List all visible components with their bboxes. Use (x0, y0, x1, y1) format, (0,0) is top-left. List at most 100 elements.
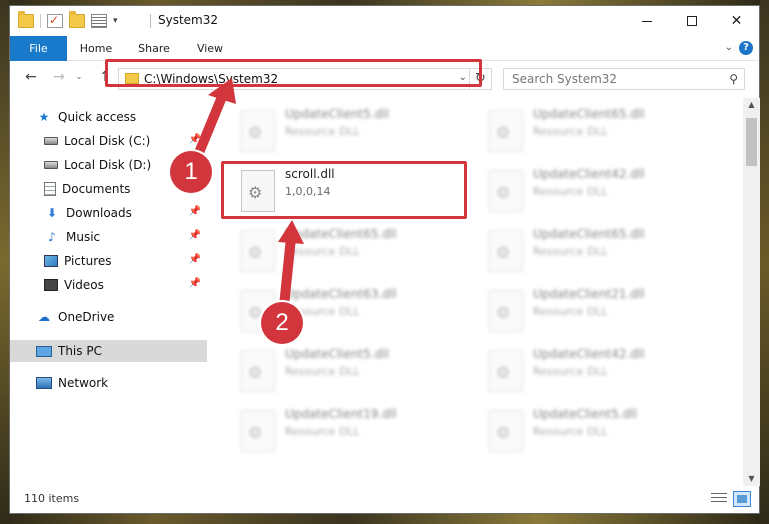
sidebar-item-label: Quick access (58, 110, 137, 124)
pin-icon[interactable]: 📌 (189, 278, 201, 289)
file-detail: Resource DLL (285, 245, 360, 258)
pin-icon[interactable]: 📌 (189, 254, 201, 265)
sidebar-item-this-pc[interactable]: This PC (10, 340, 207, 362)
file-name: UpdateClient21.dll (533, 287, 645, 301)
sidebar-item-label: Videos (64, 278, 104, 292)
gear-icon: ⚙ (496, 123, 511, 142)
sidebar-item-label: This PC (58, 344, 102, 358)
sidebar-item-onedrive[interactable]: ☁ OneDrive (10, 306, 207, 328)
scroll-up-icon[interactable]: ▲ (743, 98, 760, 112)
dll-file-icon: ⚙ (489, 170, 523, 212)
list-item[interactable]: ⚙ UpdateClient65.dll Resource DLL (233, 222, 469, 278)
file-detail: Resource DLL (533, 365, 608, 378)
tab-share[interactable]: Share (132, 36, 176, 61)
file-name: UpdateClient19.dll (285, 407, 397, 421)
close-icon: ✕ (730, 13, 743, 29)
sidebar-item-downloads[interactable]: ⬇ Downloads 📌 (10, 202, 207, 224)
folder-icon[interactable] (18, 11, 34, 28)
list-item[interactable]: ⚙ UpdateClient21.dll Resource DLL (481, 282, 717, 338)
documents-icon (44, 182, 56, 196)
scrollbar-thumb[interactable] (746, 118, 757, 166)
gear-icon: ⚙ (496, 363, 511, 382)
file-name: UpdateClient42.dll (533, 167, 645, 181)
sidebar-item-pictures[interactable]: Pictures 📌 (10, 250, 207, 272)
tab-view[interactable]: View (190, 36, 230, 61)
gear-icon: ⚙ (248, 363, 263, 382)
qat-separator (40, 14, 41, 28)
pin-icon[interactable]: 📌 (189, 230, 201, 241)
dll-file-icon: ⚙ (241, 110, 275, 152)
search-input[interactable]: Search System32 ⚲ (503, 68, 745, 90)
vertical-scrollbar[interactable]: ▲ ▼ (743, 98, 760, 486)
maximize-icon (686, 16, 697, 26)
desktop-background-bottom (0, 514, 769, 524)
details-view-icon[interactable] (711, 493, 727, 505)
dll-file-icon: ⚙ (489, 110, 523, 152)
gear-icon: ⚙ (248, 423, 263, 442)
tab-home[interactable]: Home (74, 36, 118, 61)
recent-locations-chevron-icon[interactable]: ⌄ (70, 68, 88, 86)
list-item[interactable]: ⚙ UpdateClient65.dll Resource DLL (481, 222, 717, 278)
title-bar: ▾ System32 ✕ (10, 6, 759, 36)
minimize-button[interactable] (624, 6, 669, 36)
gear-icon: ⚙ (248, 243, 263, 262)
file-detail: Resource DLL (533, 305, 608, 318)
sidebar-item-videos[interactable]: Videos 📌 (10, 274, 207, 296)
dll-file-icon: ⚙ (489, 350, 523, 392)
list-item[interactable]: ⚙ UpdateClient5.dll Resource DLL (233, 102, 469, 158)
list-item[interactable]: ⚙ UpdateClient42.dll Resource DLL (481, 162, 717, 218)
expand-ribbon-chevron-icon[interactable]: ⌄ (725, 42, 733, 53)
forward-arrow-icon[interactable]: → (50, 68, 68, 86)
list-item[interactable]: ⚙ UpdateClient42.dll Resource DLL (481, 342, 717, 398)
network-icon (36, 377, 52, 389)
gear-icon: ⚙ (248, 303, 263, 322)
pin-icon[interactable]: 📌 (189, 206, 201, 217)
dll-file-icon: ⚙ (241, 410, 275, 452)
downloads-icon: ⬇ (46, 206, 58, 220)
back-arrow-icon[interactable]: ← (22, 68, 40, 86)
sidebar-item-label: Downloads (66, 206, 132, 220)
disk-icon (44, 161, 58, 169)
file-name: UpdateClient5.dll (285, 347, 389, 361)
desktop-background-right (760, 0, 769, 524)
tab-file[interactable]: File (10, 36, 67, 61)
list-item[interactable]: ⚙ UpdateClient5.dll Resource DLL (233, 342, 469, 398)
gear-icon: ⚙ (496, 243, 511, 262)
dll-file-icon: ⚙ (241, 350, 275, 392)
search-icon[interactable]: ⚲ (729, 72, 738, 86)
maximize-button[interactable] (669, 6, 714, 36)
properties-check-icon[interactable] (47, 13, 63, 28)
scroll-down-icon[interactable]: ▼ (743, 472, 760, 486)
sidebar-item-label: Music (66, 230, 101, 244)
sidebar-item-label: OneDrive (58, 310, 115, 324)
disk-icon (44, 137, 58, 145)
sidebar-item-label: Pictures (64, 254, 112, 268)
sidebar-item-network[interactable]: Network (10, 372, 207, 394)
qat-customize-dropdown[interactable]: ▾ (113, 16, 118, 26)
file-detail: Resource DLL (533, 245, 608, 258)
sidebar-item-quick-access[interactable]: ★ Quick access (10, 106, 207, 128)
file-detail: Resource DLL (533, 125, 608, 138)
sidebar-item-music[interactable]: ♪ Music 📌 (10, 226, 207, 248)
list-item[interactable]: ⚙ UpdateClient65.dll Resource DLL (481, 102, 717, 158)
videos-icon (44, 279, 58, 291)
list-item[interactable]: ⚙ UpdateClient19.dll Resource DLL (233, 402, 469, 458)
ribbon-tabs: File Home Share View ⌄ ? (10, 36, 759, 61)
list-item[interactable]: ⚙ UpdateClient5.dll Resource DLL (481, 402, 717, 458)
quick-access-toolbar: ▾ (18, 11, 118, 30)
pc-icon (36, 345, 52, 357)
file-name: UpdateClient65.dll (533, 227, 645, 241)
dll-file-icon: ⚙ (489, 290, 523, 332)
sidebar-item-local-disk-c[interactable]: Local Disk (C:) 📌 (10, 130, 207, 152)
properties-icon[interactable] (91, 14, 107, 28)
sidebar-item-label: Local Disk (C:) (64, 134, 151, 148)
help-icon[interactable]: ? (739, 41, 753, 55)
gear-icon: ⚙ (248, 123, 263, 142)
step-marker-2: 2 (261, 302, 303, 344)
file-detail: Resource DLL (285, 365, 360, 378)
new-folder-icon[interactable] (69, 11, 85, 28)
large-icons-view-icon[interactable] (733, 491, 751, 507)
close-button[interactable]: ✕ (714, 6, 759, 36)
pin-icon[interactable]: 📌 (189, 134, 201, 145)
dll-file-icon: ⚙ (489, 230, 523, 272)
